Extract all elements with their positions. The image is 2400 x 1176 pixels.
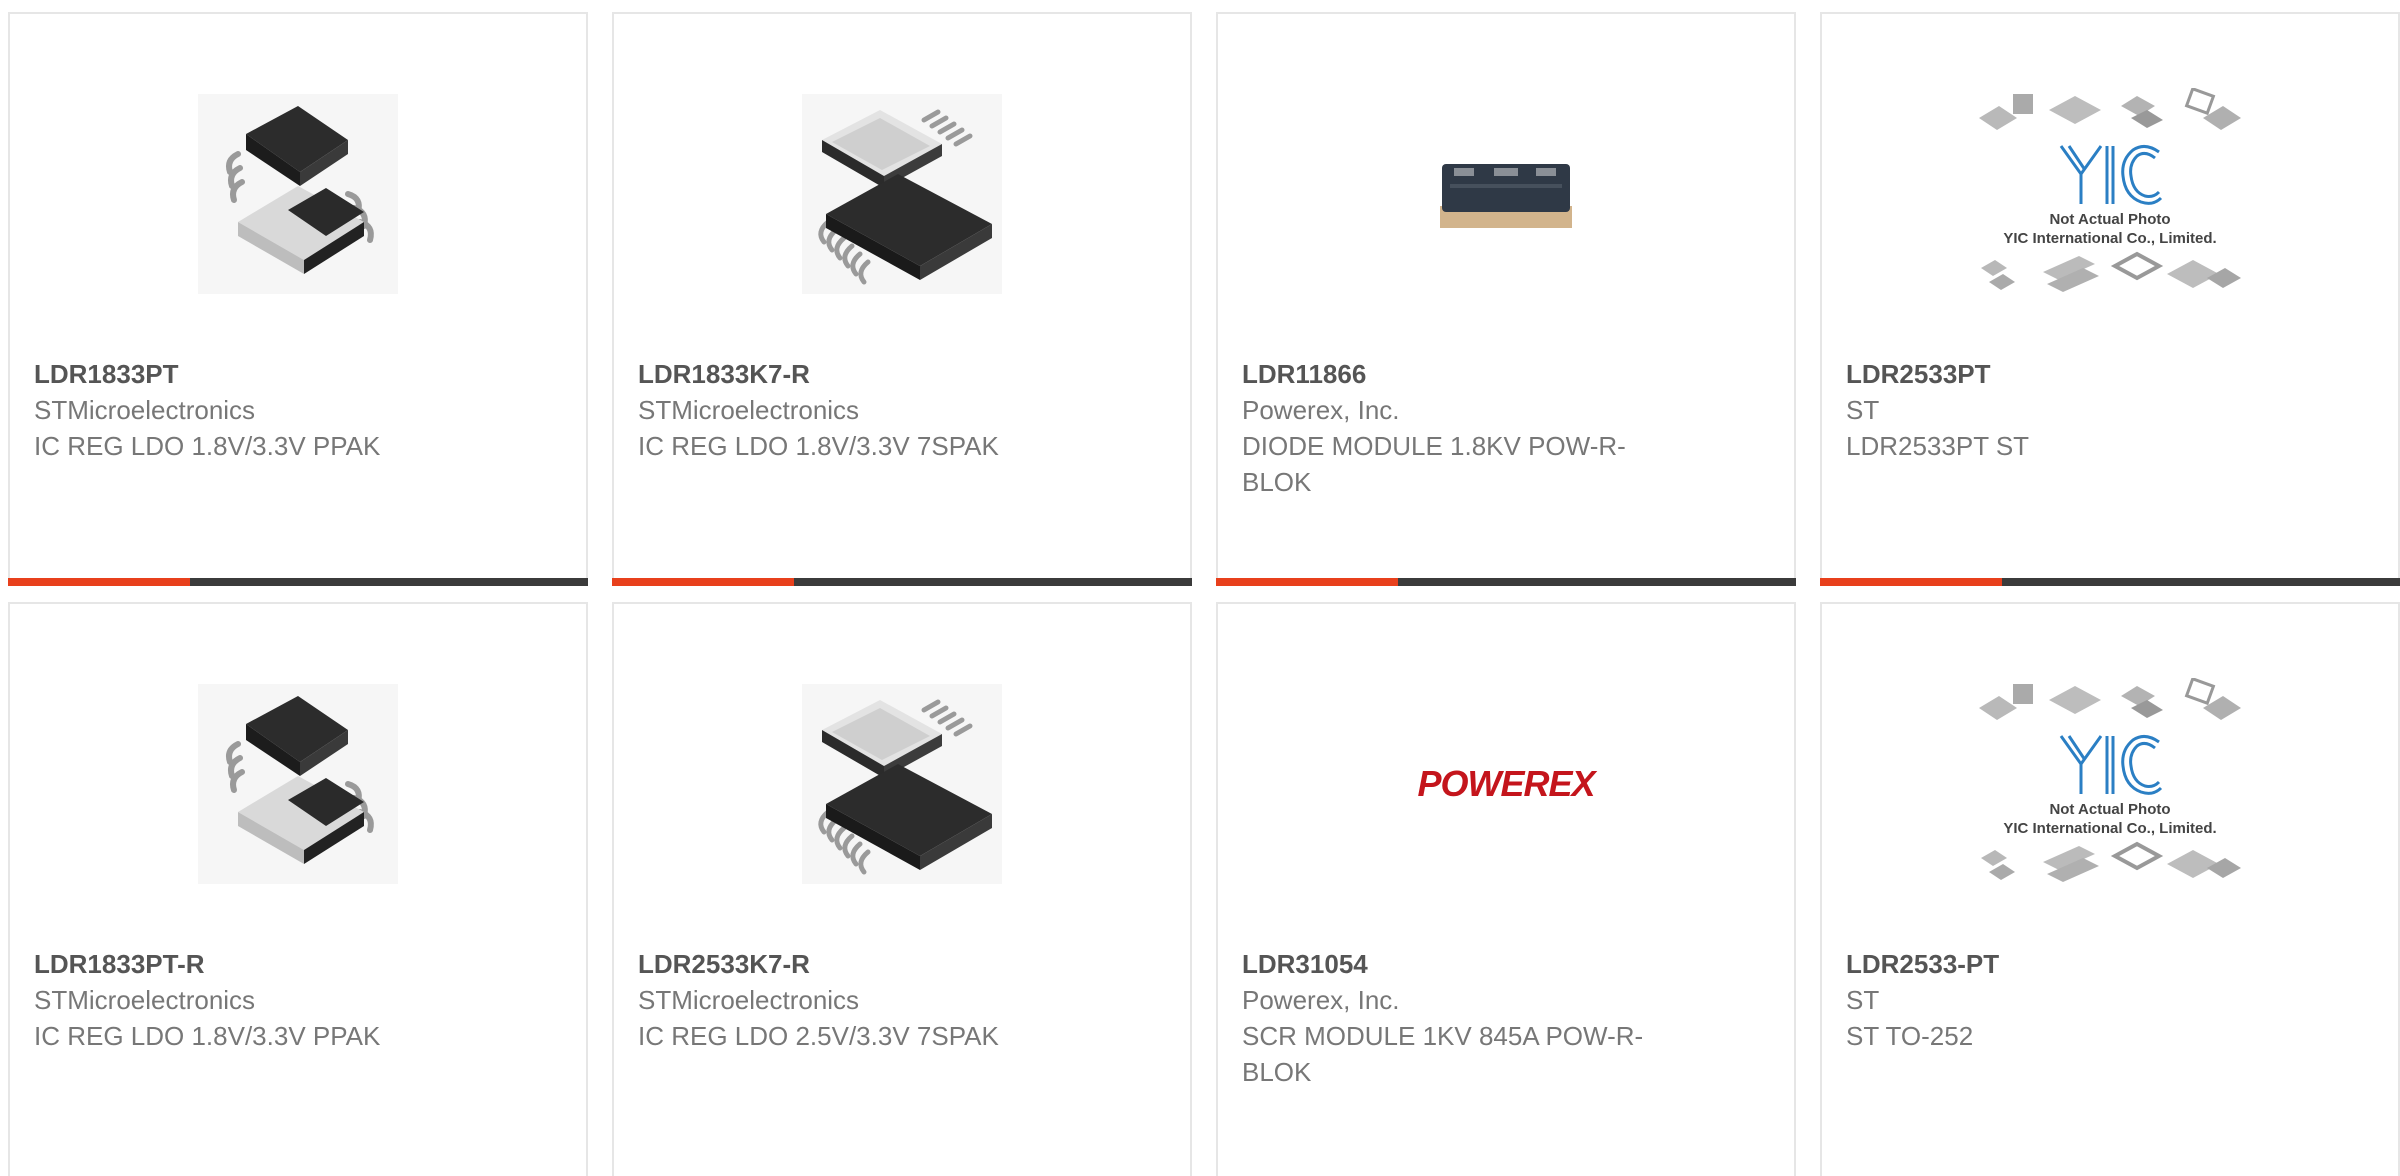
card-bottom-bar (8, 578, 588, 586)
placeholder-icon: Not Actual Photo YIC International Co., … (1975, 678, 2245, 890)
product-image[interactable] (10, 664, 586, 904)
yic-logo-icon (2059, 735, 2163, 795)
placeholder-line1: Not Actual Photo (2049, 801, 2171, 818)
ppak-chip-icon (198, 94, 398, 294)
powerex-logo-text: POWEREX (1417, 764, 1597, 804)
product-card[interactable]: Not Actual Photo YIC International Co., … (1820, 12, 2400, 586)
description: DIODE MODULE 1.8KV POW-R-BLOK (1242, 431, 1626, 497)
product-card[interactable]: LDR1833PT-R STMicroelectronics IC REG LD… (8, 602, 588, 1176)
yic-logo-icon (2059, 145, 2163, 205)
card-accent (1216, 578, 1398, 586)
manufacturer: STMicroelectronics (34, 395, 256, 425)
product-card[interactable]: LDR1833PT STMicroelectronics IC REG LDO … (8, 12, 588, 586)
manufacturer: Powerex, Inc. (1242, 985, 1400, 1015)
part-number[interactable]: LDR2533PT (1846, 356, 2256, 392)
manufacturer: Powerex, Inc. (1242, 395, 1400, 425)
pow-r-blok-module-icon (1440, 164, 1572, 228)
product-image[interactable] (10, 74, 586, 314)
part-number[interactable]: LDR2533-PT (1846, 946, 2256, 982)
product-card[interactable]: Not Actual Photo YIC International Co., … (1820, 602, 2400, 1176)
product-card[interactable]: POWEREX LDR31054 Powerex, Inc. SCR MODUL… (1216, 602, 1796, 1176)
product-card[interactable]: LDR11866 Powerex, Inc. DIODE MODULE 1.8K… (1216, 12, 1796, 586)
manufacturer: STMicroelectronics (34, 985, 256, 1015)
part-number[interactable]: LDR31054 (1242, 946, 1652, 982)
manufacturer: ST (1846, 985, 1880, 1015)
powerex-logo-icon: POWEREX (1417, 764, 1598, 804)
product-card[interactable]: LDR2533K7-R STMicroelectronics IC REG LD… (612, 602, 1192, 1176)
card-accent (1820, 578, 2002, 586)
manufacturer: ST (1846, 395, 1880, 425)
part-number[interactable]: LDR1833PT-R (34, 946, 444, 982)
manufacturer: STMicroelectronics (638, 395, 860, 425)
chip-cluster-bottom-icon (1981, 841, 2241, 882)
chip-cluster-top-icon (1979, 88, 2241, 130)
part-number[interactable]: LDR1833PT (34, 356, 444, 392)
product-grid: LDR1833PT STMicroelectronics IC REG LDO … (0, 0, 2400, 1176)
product-card[interactable]: LDR1833K7-R STMicroelectronics IC REG LD… (612, 12, 1192, 586)
card-accent (612, 578, 794, 586)
description: IC REG LDO 1.8V/3.3V PPAK (34, 431, 381, 461)
7spak-chip-icon (802, 684, 1002, 884)
product-image[interactable] (1218, 74, 1794, 314)
chip-cluster-top-icon (1979, 678, 2241, 720)
7spak-chip-icon (802, 94, 1002, 294)
part-number[interactable]: LDR1833K7-R (638, 356, 1048, 392)
chip-cluster-bottom-icon (1981, 251, 2241, 292)
part-number[interactable]: LDR2533K7-R (638, 946, 1048, 982)
description: SCR MODULE 1KV 845A POW-R-BLOK (1242, 1021, 1644, 1087)
card-accent (8, 578, 190, 586)
description: ST TO-252 (1846, 1021, 1974, 1051)
ppak-chip-icon (198, 684, 398, 884)
part-number[interactable]: LDR11866 (1242, 356, 1652, 392)
manufacturer: STMicroelectronics (638, 985, 860, 1015)
product-image[interactable] (614, 74, 1190, 314)
description: IC REG LDO 2.5V/3.3V 7SPAK (638, 1021, 999, 1051)
description: IC REG LDO 1.8V/3.3V 7SPAK (638, 431, 999, 461)
description: IC REG LDO 1.8V/3.3V PPAK (34, 1021, 381, 1051)
product-image[interactable]: Not Actual Photo YIC International Co., … (1822, 664, 2398, 904)
card-bottom-bar (1216, 578, 1796, 586)
card-bottom-bar (612, 578, 1192, 586)
card-bottom-bar (1820, 578, 2400, 586)
placeholder-line1: Not Actual Photo (2049, 211, 2171, 228)
product-image[interactable]: POWEREX (1218, 664, 1794, 904)
product-image[interactable] (614, 664, 1190, 904)
product-image[interactable]: Not Actual Photo YIC International Co., … (1822, 74, 2398, 314)
placeholder-line2: YIC International Co., Limited. (2003, 820, 2217, 837)
placeholder-icon: Not Actual Photo YIC International Co., … (1975, 88, 2245, 300)
placeholder-line2: YIC International Co., Limited. (2003, 230, 2217, 247)
description: LDR2533PT ST (1846, 431, 2030, 461)
